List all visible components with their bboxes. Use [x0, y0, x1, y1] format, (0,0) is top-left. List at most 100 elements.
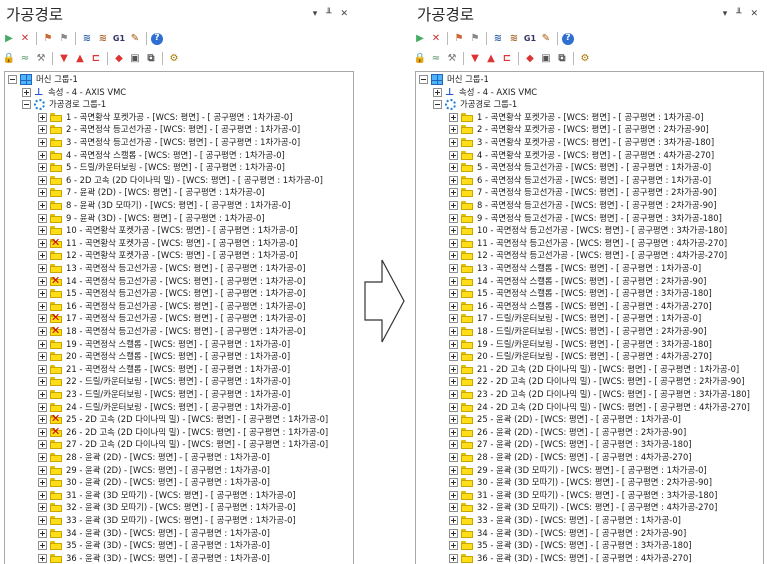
simulate-icon[interactable]: ✎ [539, 32, 553, 46]
expand-icon[interactable] [38, 377, 47, 387]
toolpath-item[interactable]: 30 - 윤곽 (2D) - [WCS: 평면] - [ 공구평면 : 1차가공… [38, 476, 270, 489]
expand-icon[interactable] [449, 440, 458, 450]
toolpath-item[interactable]: 18 - 드릴/카운터보링 - [WCS: 평면] - [ 공구평면 : 2차가… [449, 325, 707, 338]
expand-icon[interactable] [22, 87, 31, 97]
expand-icon[interactable] [449, 390, 458, 399]
simulate-icon[interactable]: ✎ [128, 32, 142, 46]
toolpath-item[interactable]: 1 - 곡면황삭 포켓가공 - [WCS: 평면] - [ 공구평면 : 1차가… [449, 111, 704, 124]
expand-icon[interactable] [38, 339, 47, 349]
toolpath-item[interactable]: 7 - 곡면정삭 등고선가공 - [WCS: 평면] - [ 공구평면 : 2차… [449, 186, 717, 199]
toolpath-item[interactable]: 34 - 윤곽 (3D) - [WCS: 평면] - [ 공구평면 : 2차가공… [449, 527, 686, 540]
tree-node-machine-group[interactable]: 머신 그룹-1 [419, 73, 489, 86]
toolpath-item[interactable]: 19 - 곡면정삭 스캘롭 - [WCS: 평면] - [ 공구평면 : 1차가… [38, 338, 290, 351]
toolpath-item[interactable]: 25 - 윤곽 (2D) - [WCS: 평면] - [ 공구평면 : 1차가공… [449, 413, 681, 426]
expand-icon[interactable] [38, 553, 47, 563]
toolpath-item[interactable]: 32 - 윤곽 (3D 모따기) - [WCS: 평면] - [ 공구평면 : … [449, 501, 717, 514]
toolpath-item[interactable]: 33 - 윤곽 (3D 모따기) - [WCS: 평면] - [ 공구평면 : … [38, 514, 296, 527]
toolpath-item[interactable]: 3 - 곡면정삭 등고선가공 - [WCS: 평면] - [ 공구평면 : 1차… [38, 136, 300, 149]
toolpath-item[interactable]: 16 - 곡면정삭 스캘롭 - [WCS: 평면] - [ 공구평면 : 4차가… [449, 300, 712, 313]
expand-icon[interactable] [38, 201, 47, 210]
expand-icon[interactable] [38, 226, 47, 236]
toolpath-item[interactable]: 21 - 2D 고속 (2D 다이나믹 밀) - [WCS: 평면] - [ 공… [449, 363, 739, 376]
toolpath-item[interactable]: 28 - 윤곽 (2D) - [WCS: 평면] - [ 공구평면 : 1차가공… [38, 451, 270, 464]
expand-icon[interactable] [38, 276, 47, 286]
expand-icon[interactable] [449, 276, 458, 286]
toolpath-item[interactable]: 10 - 곡면정삭 등고선가공 - [WCS: 평면] - [ 공구평면 : 3… [449, 224, 727, 237]
toolpath-item[interactable]: ✕ 11 - 곡면황삭 포켓가공 - [WCS: 평면] - [ 공구평면 : 1… [38, 237, 298, 250]
expand-icon[interactable] [449, 175, 458, 185]
toolpath-item[interactable]: 17 - 드릴/카운터보링 - [WCS: 평면] - [ 공구평면 : 1차가… [449, 312, 701, 325]
toolpath-item[interactable]: 6 - 곡면정삭 등고선가공 - [WCS: 평면] - [ 공구평면 : 1차… [449, 174, 711, 187]
toolpath-item[interactable]: 10 - 곡면황삭 포켓가공 - [WCS: 평면] - [ 공구평면 : 1차… [38, 224, 298, 237]
toolpath-item[interactable]: 26 - 윤곽 (2D) - [WCS: 평면] - [ 공구평면 : 2차가공… [449, 426, 686, 439]
select-failed-icon[interactable]: ⚑ [41, 32, 55, 46]
highlight-icon[interactable]: ◆ [112, 52, 126, 66]
expand-icon[interactable] [449, 213, 458, 223]
collapse-icon[interactable] [433, 100, 442, 110]
toolpath-tree[interactable]: 머신 그룹-1 ⊥ 속성 - 4 - AXIS VMC 가공경로 그룹-1 1 - 곡면… [415, 71, 764, 564]
expand-icon[interactable] [449, 301, 458, 311]
toolpath-item[interactable]: 30 - 윤곽 (3D 모따기) - [WCS: 평면] - [ 공구평면 : … [449, 476, 712, 489]
expand-icon[interactable] [449, 503, 458, 513]
regenerate-dirty-icon[interactable]: ≋ [96, 32, 110, 46]
expand-icon[interactable] [38, 314, 47, 324]
expand-icon[interactable] [449, 402, 458, 412]
toolpath-item[interactable]: 27 - 2D 고속 (2D 다이나믹 밀) - [WCS: 평면] - [ 공… [38, 438, 328, 451]
settings-icon[interactable]: ⚙ [167, 52, 181, 66]
expand-icon[interactable] [449, 339, 458, 349]
g1-icon[interactable]: G1 [523, 32, 537, 46]
move-up-icon[interactable]: ▲ [73, 52, 87, 66]
expand-icon[interactable] [449, 150, 458, 160]
toolpath-item[interactable]: 5 - 곡면정삭 등고선가공 - [WCS: 평면] - [ 공구평면 : 1차… [449, 161, 711, 174]
toolpath-item[interactable]: 7 - 윤곽 (2D) - [WCS: 평면] - [ 공구평면 : 1차가공-… [38, 186, 265, 199]
expand-icon[interactable] [449, 553, 458, 563]
lock-icon[interactable]: 🔒 [413, 52, 427, 66]
expand-icon[interactable] [449, 415, 458, 425]
expand-icon[interactable] [38, 188, 47, 198]
collapse-icon[interactable] [419, 75, 428, 84]
toolpath-item[interactable]: 19 - 드릴/카운터보링 - [WCS: 평면] - [ 공구평면 : 3차가… [449, 338, 712, 351]
expand-icon[interactable] [449, 364, 458, 374]
expand-icon[interactable] [433, 87, 442, 97]
settings-icon[interactable]: ⚙ [578, 52, 592, 66]
toolpath-item[interactable]: 14 - 곡면정삭 스캘롭 - [WCS: 평면] - [ 공구평면 : 2차가… [449, 275, 706, 288]
expand-icon[interactable] [449, 138, 458, 147]
expand-icon[interactable] [38, 440, 47, 450]
expand-icon[interactable] [38, 465, 47, 475]
toolpath-item[interactable]: 22 - 2D 고속 (2D 다이나믹 밀) - [WCS: 평면] - [ 공… [449, 375, 745, 388]
expand-icon[interactable] [449, 453, 458, 462]
expand-icon[interactable] [38, 150, 47, 160]
expand-icon[interactable] [449, 516, 458, 525]
select-all-icon[interactable]: ▶ [413, 32, 427, 46]
toolpath-item[interactable]: 13 - 곡면정삭 등고선가공 - [WCS: 평면] - [ 공구평면 : 1… [38, 262, 306, 275]
toolpath-item[interactable]: 8 - 곡면정삭 등고선가공 - [WCS: 평면] - [ 공구평면 : 2차… [449, 199, 717, 212]
toolpath-item[interactable]: 4 - 곡면황삭 포켓가공 - [WCS: 평면] - [ 공구평면 : 4차가… [449, 149, 714, 162]
expand-icon[interactable] [38, 175, 47, 185]
toolpath-item[interactable]: ✕ 25 - 2D 고속 (2D 다이나믹 밀) - [WCS: 평면] - [ … [38, 413, 328, 426]
deselect-icon[interactable]: ✕ [429, 32, 443, 46]
toolpath-item[interactable]: 16 - 곡면정삭 등고선가공 - [WCS: 평면] - [ 공구평면 : 1… [38, 300, 306, 313]
expand-icon[interactable] [38, 478, 47, 488]
toolpath-item[interactable]: 24 - 2D 고속 (2D 다이나믹 밀) - [WCS: 평면] - [ 공… [449, 401, 750, 414]
expand-icon[interactable] [449, 490, 458, 500]
g1-icon[interactable]: G1 [112, 32, 126, 46]
toolpath-item[interactable]: 29 - 윤곽 (2D) - [WCS: 평면] - [ 공구평면 : 1차가공… [38, 464, 270, 477]
expand-icon[interactable] [38, 163, 47, 173]
toolpath-item[interactable]: 4 - 곡면정삭 스캘롭 - [WCS: 평면] - [ 공구평면 : 1차가공… [38, 149, 285, 162]
expand-icon[interactable] [449, 289, 458, 299]
edit-icon[interactable]: ⧉ [144, 52, 158, 66]
expand-icon[interactable] [449, 238, 458, 248]
expand-icon[interactable] [38, 251, 47, 261]
regenerate-dirty-icon[interactable]: ≋ [507, 32, 521, 46]
toolpath-item[interactable]: 9 - 곡면정삭 등고선가공 - [WCS: 평면] - [ 공구평면 : 3차… [449, 212, 722, 225]
toolpath-item[interactable]: 36 - 윤곽 (3D) - [WCS: 평면] - [ 공구평면 : 4차가공… [449, 552, 692, 564]
expand-icon[interactable] [38, 264, 47, 273]
expand-icon[interactable] [38, 138, 47, 147]
toolpath-item[interactable]: ✕ 18 - 곡면정삭 등고선가공 - [WCS: 평면] - [ 공구평면 : … [38, 325, 306, 338]
lock-icon[interactable]: 🔒 [2, 52, 16, 66]
toolpath-item[interactable]: 5 - 드릴/카운터보링 - [WCS: 평면] - [ 공구평면 : 1차가공… [38, 161, 285, 174]
toolpath-item[interactable]: 31 - 윤곽 (3D 모따기) - [WCS: 평면] - [ 공구평면 : … [449, 489, 717, 502]
toolpath-item[interactable]: 36 - 윤곽 (3D) - [WCS: 평면] - [ 공구평면 : 1차가공… [38, 552, 270, 564]
expand-icon[interactable] [38, 352, 47, 362]
expand-icon[interactable] [449, 163, 458, 173]
